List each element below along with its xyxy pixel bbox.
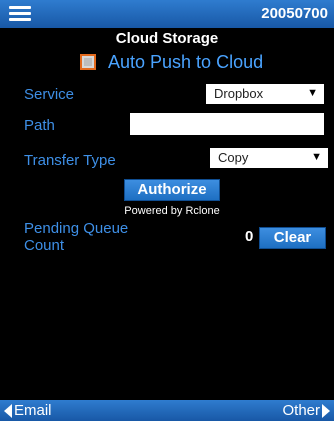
page-title: Cloud Storage (115, 30, 219, 47)
right-arrow-icon (322, 404, 330, 419)
clear-button[interactable]: Clear (259, 227, 326, 249)
nav-prev-email[interactable]: Email (4, 402, 52, 419)
path-input[interactable] (130, 113, 324, 135)
authorize-button[interactable]: Authorize (124, 179, 220, 201)
pending-queue-count: 0 (245, 228, 254, 245)
auto-push-label[interactable]: Auto Push to Cloud (108, 52, 263, 73)
top-bar: 20050700 (0, 0, 334, 28)
dropdown-arrow-icon: ▼ (311, 151, 322, 163)
path-label: Path (24, 117, 55, 134)
service-select-value: Dropbox (214, 86, 264, 101)
transfer-type-select-value: Copy (218, 150, 249, 165)
service-select[interactable]: Dropbox ▼ (206, 84, 324, 104)
nav-prev-label: Email (14, 402, 52, 419)
nav-next-other[interactable]: Other (282, 402, 330, 419)
bottom-bar: Email Other (0, 400, 334, 421)
left-arrow-icon (4, 404, 12, 419)
transfer-type-label: Transfer Type (24, 152, 116, 169)
hamburger-menu-icon[interactable] (9, 6, 31, 22)
transfer-type-select[interactable]: Copy ▼ (210, 148, 328, 168)
pending-queue-label: Pending Queue Count (24, 220, 129, 254)
auto-push-checkbox[interactable] (80, 54, 96, 70)
service-label: Service (24, 86, 75, 103)
dropdown-arrow-icon: ▼ (307, 87, 318, 99)
powered-by-text: Powered by Rclone (124, 205, 220, 217)
nav-next-label: Other (282, 402, 320, 419)
device-id: 20050700 (261, 5, 328, 22)
